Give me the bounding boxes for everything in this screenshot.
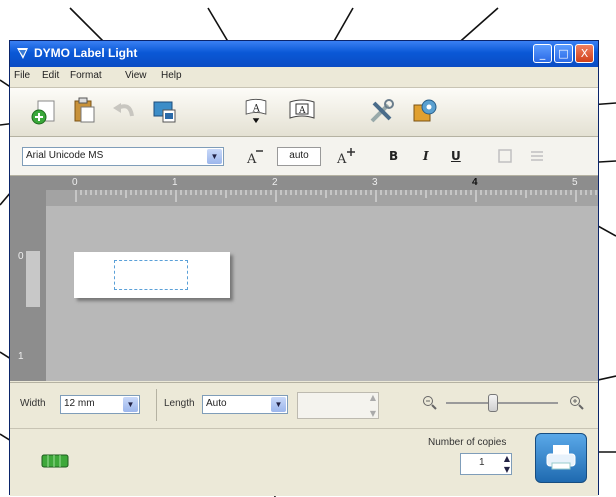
copies-label: Number of copies: [428, 437, 507, 448]
svg-text:A: A: [246, 152, 257, 166]
zoom-slider-track[interactable]: [446, 394, 558, 412]
svg-text:A: A: [298, 106, 306, 116]
print-bar: Number of copies 1 ▲ ▼: [10, 428, 598, 496]
width-select[interactable]: 12 mm ▼: [60, 395, 140, 414]
text-frame-icon[interactable]: A: [288, 96, 316, 124]
copies-down-icon[interactable]: ▼: [504, 465, 510, 474]
insert-image-icon[interactable]: [150, 98, 178, 126]
chevron-down-icon: ▼: [271, 397, 286, 412]
font-select[interactable]: Arial Unicode MS ▼: [22, 147, 224, 166]
close-button[interactable]: X: [575, 44, 594, 63]
width-label: Width: [20, 398, 46, 409]
ruler-scale: [46, 190, 598, 206]
printer-status-icon: [41, 454, 69, 468]
text-object-icon[interactable]: A: [242, 96, 270, 124]
increase-font-icon[interactable]: A: [336, 148, 356, 166]
svg-text:A: A: [252, 104, 261, 115]
stepper-down-icon[interactable]: ▼: [370, 409, 376, 418]
chevron-down-icon: ▼: [123, 397, 138, 412]
length-value-stepper[interactable]: ▲ ▼: [297, 392, 379, 419]
maximize-button[interactable]: □: [554, 44, 573, 63]
align-icon[interactable]: [529, 148, 545, 164]
chevron-down-icon: ▼: [207, 149, 222, 164]
copies-stepper[interactable]: 1 ▲ ▼: [460, 453, 512, 475]
ruler-tick-label: 1: [172, 177, 178, 188]
horizontal-ruler: 0 1 2 3 4 5: [46, 176, 598, 206]
ruler-tick-label: 5: [572, 177, 578, 188]
ruler-tick-label: 2: [272, 177, 278, 188]
font-size-field[interactable]: auto: [277, 147, 321, 166]
menu-format[interactable]: Format: [70, 70, 102, 81]
label-preview[interactable]: [74, 252, 230, 298]
menu-edit[interactable]: Edit: [42, 70, 59, 81]
minimize-button[interactable]: _: [533, 44, 552, 63]
print-icon: [546, 445, 576, 470]
menu-help[interactable]: Help: [161, 70, 182, 81]
dymo-logo-icon: [17, 48, 28, 59]
underline-button[interactable]: U: [451, 149, 461, 163]
length-label: Length: [164, 398, 195, 409]
ruler-tick-label: 3: [372, 177, 378, 188]
svg-text:A: A: [336, 152, 347, 166]
copies-value: 1: [479, 457, 485, 468]
label-size-bar: Width 12 mm ▼ Length Auto ▼ ▲ ▼: [10, 382, 598, 429]
text-object-box[interactable]: [114, 260, 188, 290]
font-select-value: Arial Unicode MS: [26, 150, 104, 161]
separator: [156, 389, 157, 421]
length-select-value: Auto: [206, 398, 227, 409]
zoom-slider-thumb[interactable]: [488, 394, 499, 412]
vertical-ruler-tick-label: 0: [18, 251, 24, 262]
ruler-tick-label: 0: [72, 177, 78, 188]
stepper-up-icon[interactable]: ▲: [370, 393, 376, 402]
width-select-value: 12 mm: [64, 398, 95, 409]
length-select[interactable]: Auto ▼: [202, 395, 288, 414]
tools-icon[interactable]: [368, 97, 396, 125]
format-toolbar: Arial Unicode MS ▼ A auto A B I U: [10, 137, 598, 176]
copies-up-icon[interactable]: ▲: [504, 454, 510, 463]
zoom-out-icon[interactable]: [422, 395, 438, 411]
vertical-ruler-tick-label: 1: [18, 351, 24, 362]
print-button[interactable]: [535, 433, 587, 483]
zoom-in-icon[interactable]: [569, 395, 585, 411]
menu-bar: File Edit Format View Help: [10, 67, 598, 88]
paste-icon[interactable]: [70, 96, 98, 124]
decrease-font-icon[interactable]: A: [246, 148, 264, 166]
vertical-ruler: 0 1: [10, 176, 46, 381]
bold-button[interactable]: B: [389, 149, 398, 163]
menu-view[interactable]: View: [125, 70, 147, 81]
ruler-tick-label: 4: [472, 177, 478, 188]
title-bar[interactable]: DYMO Label Light _ □ X: [10, 41, 598, 67]
undo-icon[interactable]: [110, 98, 138, 126]
add-icon[interactable]: [30, 98, 58, 126]
menu-file[interactable]: File: [14, 70, 30, 81]
main-toolbar: A A: [10, 88, 598, 137]
settings-icon[interactable]: [411, 97, 439, 125]
vertical-ruler-band: [26, 251, 40, 307]
border-icon[interactable]: [497, 148, 513, 164]
window-title: DYMO Label Light: [34, 46, 138, 60]
label-canvas[interactable]: [46, 206, 598, 381]
app-window: DYMO Label Light _ □ X File Edit Format …: [9, 40, 599, 496]
italic-button[interactable]: I: [423, 149, 429, 163]
